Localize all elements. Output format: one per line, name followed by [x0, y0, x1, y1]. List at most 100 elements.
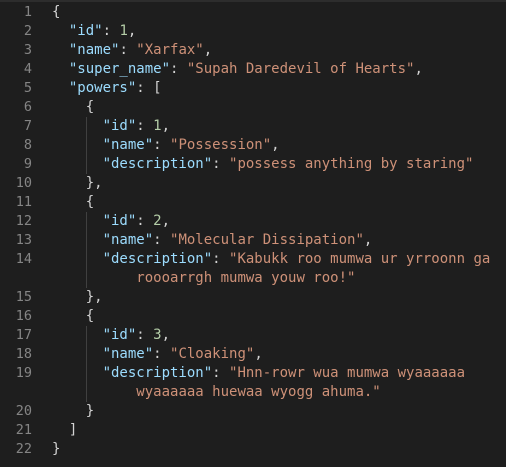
json-punctuation: : [: [136, 80, 162, 96]
json-punctuation: :: [153, 232, 171, 248]
line-number: 10: [15, 175, 32, 191]
json-key: "powers": [68, 80, 137, 96]
code-line[interactable]: {: [52, 3, 506, 22]
json-key: "description": [102, 156, 213, 172]
code-line[interactable]: "description": "possess anything by star…: [52, 155, 506, 174]
line-number: 22: [15, 441, 32, 457]
code-line[interactable]: {: [52, 98, 506, 117]
code-line[interactable]: "id": 1,: [52, 22, 506, 41]
json-number: 1: [119, 23, 128, 39]
json-key: "name": [102, 137, 154, 153]
line-number: 13: [15, 232, 32, 248]
json-punctuation: :: [153, 346, 171, 362]
json-key: "name": [102, 232, 154, 248]
json-punctuation: }: [52, 441, 61, 457]
code-line[interactable]: "id": 1,: [52, 117, 506, 136]
json-string: "Xarfax": [136, 42, 204, 58]
json-punctuation: },: [85, 175, 103, 191]
json-punctuation: :: [136, 213, 154, 229]
json-string: "possess anything by staring": [229, 156, 474, 172]
code-line[interactable]: roooarrgh mumwa youw roo!": [52, 269, 506, 288]
json-key: "id": [102, 327, 137, 343]
json-punctuation: :: [212, 365, 230, 381]
line-number: 11: [15, 194, 32, 210]
line-number: 20: [15, 403, 32, 419]
code-line[interactable]: }: [52, 440, 506, 459]
code-line[interactable]: "name": "Possession",: [52, 136, 506, 155]
code-line[interactable]: "id": 3,: [52, 326, 506, 345]
json-string: "Kabukk roo mumwa ur yrroonn ga: [229, 251, 491, 267]
line-number: 8: [23, 137, 32, 153]
code-line[interactable]: ]: [52, 421, 506, 440]
code-line[interactable]: {: [52, 307, 506, 326]
json-number: 1: [153, 118, 162, 134]
code-line[interactable]: "powers": [: [52, 79, 506, 98]
json-punctuation: :: [136, 118, 154, 134]
json-key: "description": [102, 365, 213, 381]
json-punctuation: ]: [68, 422, 78, 438]
line-number: 5: [23, 80, 32, 96]
json-punctuation: :: [136, 327, 154, 343]
json-punctuation: ,: [363, 232, 373, 248]
line-number: 3: [23, 42, 32, 58]
line-number: 19: [15, 365, 32, 381]
json-key: "name": [68, 42, 120, 58]
json-key: "super_name": [68, 61, 171, 77]
json-punctuation: :: [119, 42, 137, 58]
code-line[interactable]: {: [52, 193, 506, 212]
code-line[interactable]: },: [52, 174, 506, 193]
code-line[interactable]: wyaaaaaa huewaa wyogg ahuma.": [52, 383, 506, 402]
json-punctuation: :: [212, 156, 230, 172]
code-line[interactable]: },: [52, 288, 506, 307]
code-line[interactable]: "description": "Hnn-rowr wua mumwa wyaaa…: [52, 364, 506, 383]
line-number: 16: [15, 308, 32, 324]
code-line[interactable]: "super_name": "Supah Daredevil of Hearts…: [52, 60, 506, 79]
indent-guide: [85, 212, 87, 288]
line-number: 17: [15, 327, 32, 343]
json-string: "Hnn-rowr wua mumwa wyaaaaaa: [229, 365, 466, 381]
line-number: 7: [23, 118, 32, 134]
indent-guide: [85, 117, 87, 174]
json-punctuation: {: [52, 4, 61, 20]
json-punctuation: },: [85, 289, 103, 305]
json-string: wyaaaaaa huewaa wyogg ahuma.": [136, 384, 381, 400]
code-line[interactable]: }: [52, 402, 506, 421]
code-line[interactable]: "description": "Kabukk roo mumwa ur yrro…: [52, 250, 506, 269]
code-line[interactable]: "id": 2,: [52, 212, 506, 231]
json-punctuation: ,: [254, 346, 263, 362]
line-number: 15: [15, 289, 32, 305]
code-area[interactable]: { "id": 1, "name": "Xarfax", "super_name…: [52, 3, 506, 459]
json-number: 3: [153, 327, 162, 343]
line-number: [0, 383, 32, 402]
json-punctuation: ,: [271, 137, 280, 153]
code-line[interactable]: "name": "Cloaking",: [52, 345, 506, 364]
code-editor[interactable]: 1 2 3 4 5 6 7 8 9 10 11 12 13 14 15 16 17 18 19 20 21 22 { "i…: [0, 0, 506, 467]
json-punctuation: ,: [161, 213, 171, 229]
code-line[interactable]: "name": "Molecular Dissipation",: [52, 231, 506, 250]
line-number: 2: [23, 23, 32, 39]
line-number: 21: [15, 422, 32, 438]
json-string: roooarrgh mumwa youw roo!": [136, 270, 356, 286]
json-punctuation: {: [85, 99, 95, 115]
json-key: "id": [68, 23, 103, 39]
code-line[interactable]: "name": "Xarfax",: [52, 41, 506, 60]
json-punctuation: :: [170, 61, 187, 77]
json-punctuation: {: [85, 308, 95, 324]
